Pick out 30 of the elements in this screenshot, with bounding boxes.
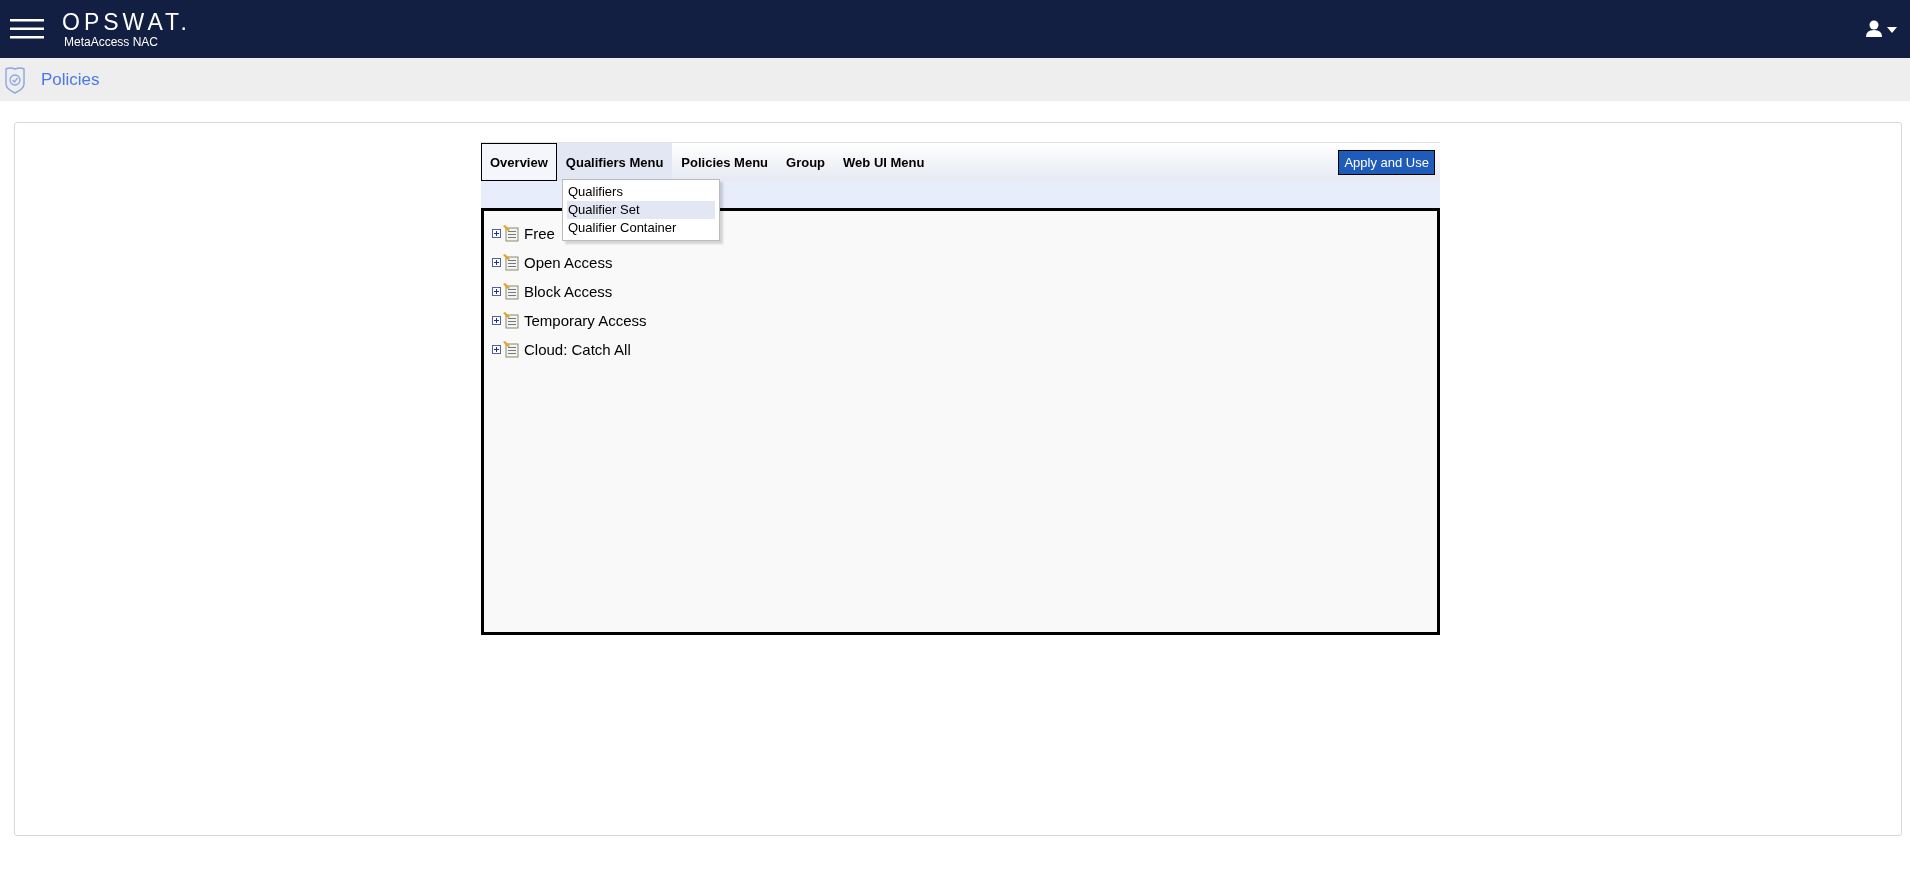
page-title[interactable]: Policies (41, 69, 100, 90)
menu-icon[interactable] (10, 18, 44, 40)
tree-item[interactable]: Free (524, 225, 555, 242)
product-name: MetaAccess NAC (64, 35, 160, 49)
tree-item[interactable]: Cloud: Catch All (524, 341, 631, 358)
user-icon[interactable] (1866, 20, 1900, 38)
tree-item[interactable]: Block Access (524, 283, 613, 300)
document-pencil-icon (503, 254, 519, 271)
menu-tab[interactable]: Group (777, 143, 835, 181)
expand-icon[interactable] (492, 287, 501, 296)
menu-tab[interactable]: Overview (481, 143, 557, 181)
document-pencil-icon (503, 225, 519, 242)
menu-tab[interactable]: Policies Menu (672, 143, 778, 181)
menu-item[interactable]: Qualifier Container (567, 219, 715, 237)
expand-icon[interactable] (492, 258, 501, 267)
menu-item[interactable]: Qualifiers (567, 183, 715, 201)
menu-tab[interactable]: Web UI Menu (834, 143, 934, 181)
menu-item[interactable]: Qualifier Set (567, 201, 715, 219)
document-pencil-icon (503, 312, 519, 329)
shield-icon (4, 65, 26, 94)
logo: OPSWAT. (62, 9, 191, 35)
expand-icon[interactable] (492, 229, 501, 238)
apply-button[interactable]: Apply and Use (1338, 149, 1435, 175)
menu-tab[interactable]: Qualifiers Menu (556, 143, 673, 181)
document-pencil-icon (503, 283, 519, 300)
document-pencil-icon (503, 341, 519, 358)
expand-icon[interactable] (492, 345, 501, 354)
tree-item[interactable]: Open Access (524, 254, 613, 271)
tree-item[interactable]: Temporary Access (524, 312, 647, 329)
expand-icon[interactable] (492, 316, 501, 325)
